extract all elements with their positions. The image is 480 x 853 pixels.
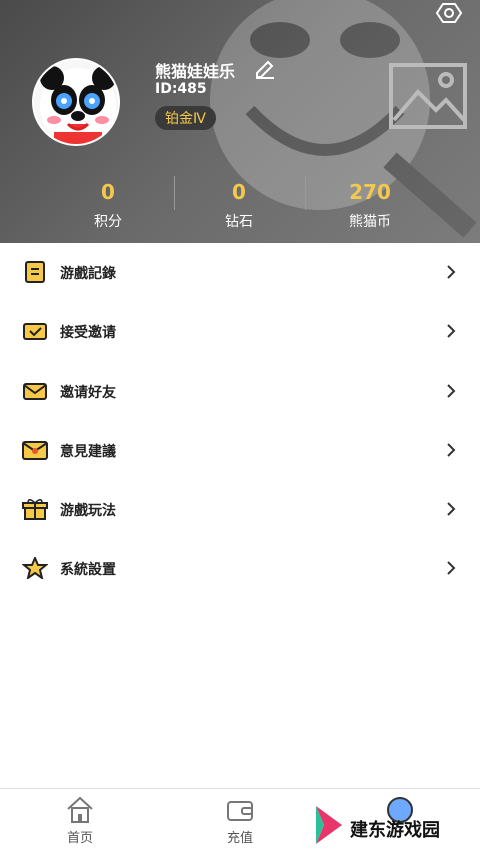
stat-diamonds-value: 0	[232, 180, 246, 204]
stat-diamonds-label: 钻石	[225, 214, 253, 230]
username: 熊猫娃娃乐	[155, 62, 236, 81]
menu-item-how-to-play[interactable]: 游戲玩法	[0, 480, 480, 539]
menu-item-accept-invite[interactable]: 接受邀请	[0, 302, 480, 361]
watermark: 建东游戏园	[312, 802, 480, 848]
menu-item-label: 游戲玩法	[60, 503, 116, 520]
gift-icon	[22, 499, 48, 521]
chevron-right-icon	[447, 561, 456, 576]
chevron-right-icon	[447, 383, 456, 398]
panda-avatar-icon	[40, 66, 116, 144]
nav-home[interactable]: 首页	[15, 789, 145, 853]
chevron-right-icon	[447, 265, 456, 279]
chevron-right-icon	[447, 324, 456, 339]
chevron-right-icon	[447, 443, 456, 457]
stat-coins-value: 270	[349, 180, 391, 204]
stat-coins[interactable]: 270 熊猫币	[305, 172, 435, 232]
rank-badge: 铂金Ⅳ	[155, 106, 216, 130]
nav-recharge[interactable]: 充值	[175, 789, 305, 853]
menu-item-label: 意見建議	[60, 443, 116, 460]
menu-item-invite-friends[interactable]: 邀请好友	[0, 362, 480, 421]
chevron-right-icon	[447, 502, 456, 516]
user-id: ID:485	[155, 81, 207, 97]
stat-coins-label: 熊猫币	[349, 214, 391, 230]
photo-icon[interactable]	[388, 62, 468, 130]
watermark-logo-icon	[316, 806, 342, 844]
star-settings-icon	[22, 557, 48, 580]
settings-icon[interactable]	[434, 2, 464, 24]
stat-points-label: 积分	[94, 214, 122, 230]
stat-points[interactable]: 0 积分	[43, 172, 173, 232]
wallet-icon	[227, 801, 253, 821]
menu-item-label: 邀请好友	[60, 384, 116, 401]
stat-diamonds[interactable]: 0 钻石	[174, 172, 304, 232]
edit-icon[interactable]	[254, 57, 276, 79]
menu-item-system-settings[interactable]: 系統設置	[0, 539, 480, 598]
avatar[interactable]	[32, 58, 120, 146]
menu-item-game-record[interactable]: 游戲記錄	[0, 243, 480, 302]
menu-item-label: 接受邀请	[60, 325, 116, 342]
stats-bar: 0 积分 0 钻石 270 熊猫币	[0, 172, 480, 238]
menu-item-label: 系統設置	[60, 562, 116, 579]
mail-icon	[23, 382, 47, 400]
menu-list: 游戲記錄 接受邀请 邀请好友 意見建議 游戲玩法 系統設置	[0, 243, 480, 788]
menu-item-feedback[interactable]: 意見建議	[0, 421, 480, 480]
record-icon	[25, 261, 45, 283]
home-icon	[67, 796, 93, 823]
accept-invite-icon	[23, 323, 47, 341]
stat-points-value: 0	[101, 180, 115, 204]
nav-home-label: 首页	[66, 831, 93, 846]
menu-item-label: 游戲記錄	[60, 266, 116, 282]
feedback-icon	[22, 440, 48, 460]
watermark-text: 建东游戏园	[350, 820, 440, 841]
profile-header: 熊猫娃娃乐 ID:485 铂金Ⅳ 0 积分 0 钻石 270 熊猫币	[0, 0, 480, 243]
nav-recharge-label: 充值	[226, 831, 253, 846]
